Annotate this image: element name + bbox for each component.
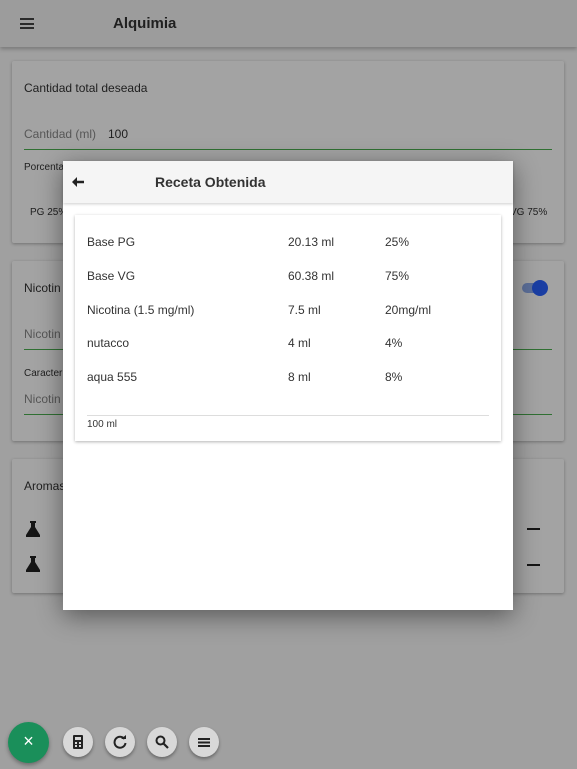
ingredient-amount: 8 ml xyxy=(288,370,311,384)
total-volume: 100 ml xyxy=(87,419,118,430)
table-row: Base VG 60.38 ml 75% xyxy=(75,269,501,289)
ingredient-percent: 4% xyxy=(385,336,403,350)
ingredient-name: aqua 555 xyxy=(87,370,138,384)
dialog-title: Receta Obtenida xyxy=(155,174,266,190)
list-button[interactable] xyxy=(189,727,219,757)
ingredient-percent: 25% xyxy=(385,235,410,249)
calculator-button[interactable] xyxy=(63,727,93,757)
ingredient-amount: 20.13 ml xyxy=(288,235,335,249)
recipe-dialog: Receta Obtenida Base PG 20.13 ml 25% Bas… xyxy=(63,161,513,610)
ingredient-percent: 20mg/ml xyxy=(385,303,432,317)
search-button[interactable] xyxy=(147,727,177,757)
table-row: Nicotina (1.5 mg/ml) 7.5 ml 20mg/ml xyxy=(75,303,501,323)
ingredient-name: Base VG xyxy=(87,269,136,283)
table-row: Base PG 20.13 ml 25% xyxy=(75,235,501,255)
ingredient-percent: 8% xyxy=(385,370,403,384)
recipe-table: Base PG 20.13 ml 25% Base VG 60.38 ml 75… xyxy=(75,215,501,441)
close-fab-button[interactable]: × xyxy=(8,722,49,763)
list-icon xyxy=(198,738,210,747)
ingredient-name: Base PG xyxy=(87,235,136,249)
total-divider xyxy=(87,415,489,416)
search-icon xyxy=(155,735,169,749)
dialog-header: Receta Obtenida xyxy=(63,161,513,203)
ingredient-amount: 60.38 ml xyxy=(288,269,335,283)
table-row: nutacco 4 ml 4% xyxy=(75,336,501,356)
calculator-icon xyxy=(73,735,83,749)
refresh-icon xyxy=(113,735,127,749)
back-arrow-icon[interactable] xyxy=(72,174,84,187)
refresh-button[interactable] xyxy=(105,727,135,757)
table-row: aqua 555 8 ml 8% xyxy=(75,370,501,390)
ingredient-name: Nicotina (1.5 mg/ml) xyxy=(87,303,195,317)
ingredient-amount: 4 ml xyxy=(288,336,311,350)
close-icon: × xyxy=(23,731,34,751)
ingredient-percent: 75% xyxy=(385,269,410,283)
ingredient-name: nutacco xyxy=(87,336,130,350)
ingredient-amount: 7.5 ml xyxy=(288,303,321,317)
